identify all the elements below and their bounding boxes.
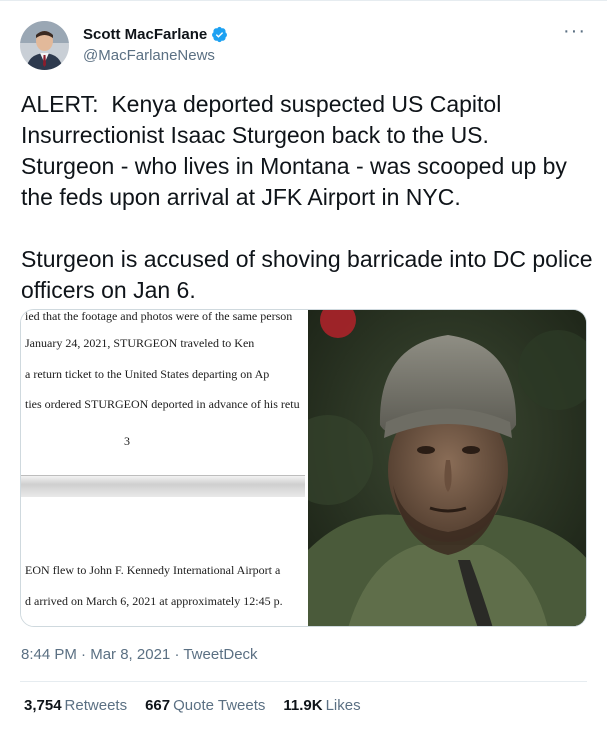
avatar-image (20, 21, 69, 70)
tweet-date[interactable]: Mar 8, 2021 (90, 646, 170, 663)
document-line: a return ticket to the United States dep… (25, 367, 270, 381)
verified-badge-icon (212, 26, 228, 43)
tweet-source[interactable]: TweetDeck (183, 646, 257, 663)
suspect-photo-image (308, 310, 586, 626)
document-page-number: 3 (124, 434, 130, 448)
document-page-break (21, 475, 305, 497)
tweet-card: Scott MacFarlane @MacFarlaneNews ··· ALE… (0, 0, 607, 735)
tweet-meta: 8:44 PM · Mar 8, 2021 · TweetDeck (21, 646, 258, 663)
retweets-stat[interactable]: 3,754 Retweets (24, 697, 127, 714)
tweet-media[interactable]: ied that the footage and photos were of … (20, 309, 587, 627)
tweet-header: Scott MacFarlane @MacFarlaneNews ··· (20, 21, 590, 73)
more-options-icon[interactable]: ··· (563, 21, 586, 41)
retweets-count: 3,754 (24, 697, 62, 714)
likes-label: Likes (325, 697, 361, 714)
likes-stat[interactable]: 11.9K Likes (283, 697, 360, 714)
quote-tweets-count: 667 (145, 697, 171, 714)
tweet-time[interactable]: 8:44 PM (21, 646, 77, 663)
document-line: ied that the footage and photos were of … (25, 309, 293, 323)
meta-separator: · (174, 646, 180, 663)
quote-tweets-label: Quote Tweets (173, 697, 266, 714)
avatar[interactable] (20, 21, 69, 70)
suspect-photo[interactable] (308, 310, 586, 626)
document-line: EON flew to John F. Kennedy Internationa… (25, 563, 281, 577)
quote-tweets-stat[interactable]: 667 Quote Tweets (145, 697, 265, 714)
document-line: January 24, 2021, STURGEON traveled to K… (25, 336, 255, 350)
document-line: d arrived on March 6, 2021 at approximat… (25, 594, 283, 608)
likes-count: 11.9K (283, 697, 323, 714)
author-handle[interactable]: @MacFarlaneNews (83, 47, 215, 64)
meta-separator: · (81, 646, 87, 663)
tweet-stats: 3,754 Retweets 667 Quote Tweets 11.9K Likes (24, 697, 379, 714)
author-display-name[interactable]: Scott MacFarlane (83, 26, 207, 43)
document-image[interactable]: ied that the footage and photos were of … (21, 309, 305, 626)
retweets-label: Retweets (64, 697, 128, 714)
author-name-row[interactable]: Scott MacFarlane (83, 26, 228, 43)
tweet-text: ALERT: Kenya deported suspected US Capit… (21, 91, 593, 303)
document-line: ties ordered STURGEON deported in advanc… (25, 397, 300, 411)
divider (20, 681, 587, 682)
